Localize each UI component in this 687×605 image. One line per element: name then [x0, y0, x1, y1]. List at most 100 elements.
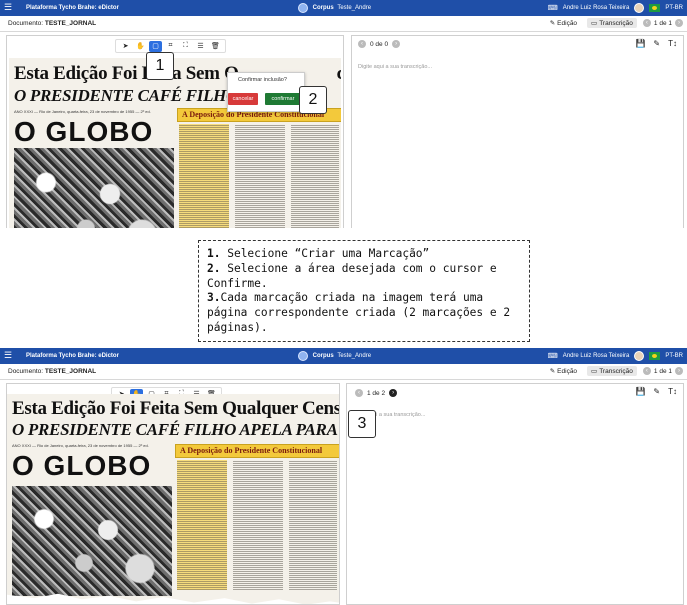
keyboard-icon: ▭	[591, 20, 598, 27]
text-column	[177, 460, 227, 590]
brazil-flag-icon[interactable]	[649, 4, 661, 12]
corpus-selector[interactable]: Corpus Teste_Andre	[298, 351, 371, 361]
document-tools: ✎ Edição ▭ Transcrição ‹ 1 de 1 ›	[546, 18, 683, 28]
edit-icon[interactable]: ✎	[653, 39, 660, 48]
text-format-icon[interactable]: T↕	[668, 387, 677, 396]
menu-icon[interactable]: ☰	[4, 350, 12, 361]
brazil-flag-icon[interactable]	[649, 352, 661, 360]
edit-icon[interactable]: ✎	[653, 387, 660, 396]
transcription-label: Transcrição	[599, 19, 633, 27]
document-label: Documento:	[8, 20, 44, 27]
pointer-icon[interactable]: ➤	[119, 41, 132, 52]
avatar[interactable]	[634, 3, 645, 13]
menu-icon[interactable]: ☰	[4, 2, 12, 13]
newspaper-image[interactable]: Esta Edição Foi Feita Sem Qualquer Censu…	[7, 394, 340, 604]
corpus-label: Corpus	[312, 5, 334, 11]
instructions-box: 1. Selecione “Criar uma Marcação” 2. Sel…	[198, 240, 530, 342]
user-area: ⌨ Andre Luiz Rosa Teixeira PT-BR	[548, 3, 683, 13]
headline-1-text: Esta Edição Foi Feita Sem Q	[14, 63, 239, 84]
edit-button[interactable]: ✎ Edição	[546, 18, 581, 28]
edit-button[interactable]: ✎ Edição	[546, 366, 581, 376]
language-label[interactable]: PT-BR	[665, 5, 683, 11]
transcription-nav: ‹ 1 de 2 ›	[355, 389, 398, 397]
cancel-button[interactable]: cancelar	[228, 93, 258, 105]
document-bar: Documento: TESTE_JORNAL ✎ Edição ▭ Transcr…	[0, 364, 687, 380]
instruction-text: Cada marcação criada na imagem terá uma …	[207, 291, 511, 334]
edit-icon: ✎	[549, 20, 556, 27]
avatar[interactable]	[634, 351, 645, 361]
transcription-button[interactable]: ▭ Transcrição	[587, 366, 637, 376]
hand-icon[interactable]: ✋	[134, 41, 147, 52]
transcription-button[interactable]: ▭ Transcrição	[587, 18, 637, 28]
trash-icon[interactable]: 🗑	[209, 41, 222, 52]
confirm-question: Confirmar inclusão?	[238, 77, 287, 83]
corpus-label: Corpus	[312, 353, 334, 359]
image-pane: ➤ ✋ ▢ ⌗ ⛶ ☰ 🗑 Esta Edição Foi Feita Sem …	[6, 383, 340, 605]
save-icon[interactable]: 💾	[635, 39, 645, 48]
keyboard-icon[interactable]: ⌨	[548, 4, 558, 12]
instruction-3: 3.Cada marcação criada na imagem terá um…	[207, 291, 521, 335]
masthead: O GLOBO	[14, 116, 154, 147]
transcription-placeholder[interactable]: Digite aqui a sua transcrição...	[358, 64, 432, 70]
prev-page-icon[interactable]: ‹	[642, 367, 651, 375]
page-indicator: 1 de 1	[653, 367, 672, 375]
next-page-icon[interactable]: ›	[675, 19, 683, 27]
user-name[interactable]: Andre Luiz Rosa Teixeira	[563, 353, 630, 359]
edit-label: Edição	[557, 367, 578, 375]
document-bar: Documento: TESTE_JORNAL ✎ Edição ▭ Transcr…	[0, 16, 687, 32]
transcription-tools: 💾 ✎ T↕	[635, 39, 677, 48]
next-mark-icon[interactable]: ›	[392, 40, 401, 48]
create-marking-icon[interactable]: ▢	[149, 40, 162, 52]
text-column	[291, 124, 339, 228]
masthead: O GLOBO	[12, 450, 152, 481]
page-nav: ‹ 1 de 1 ›	[642, 19, 683, 27]
next-mark-icon[interactable]: ›	[389, 389, 398, 397]
mark-count: 0 de 0	[370, 40, 389, 48]
transcription-label: Transcrição	[599, 367, 633, 375]
next-page-icon[interactable]: ›	[675, 367, 683, 375]
instruction-text: Selecione “Criar uma Marcação”	[220, 247, 430, 260]
headline-1-end: censura	[337, 63, 341, 84]
confirm-popup: Confirmar inclusão? cancelar confirmar	[227, 72, 305, 112]
corpus-selector[interactable]: Corpus Teste_Andre	[298, 3, 371, 13]
transcription-tools: 💾 ✎ T↕	[635, 387, 677, 396]
headline-2: O PRESIDENTE CAFÉ FILHO APELA PARA O SUP…	[12, 420, 339, 439]
bottom-screenshot: ☰ Plataforma Tycho Brahe: eDictor Corpus…	[0, 348, 687, 605]
callout-2: 2	[299, 86, 327, 114]
edit-label: Edição	[557, 19, 578, 27]
prev-page-icon[interactable]: ‹	[642, 19, 651, 27]
user-name[interactable]: Andre Luiz Rosa Teixeira	[563, 5, 630, 11]
inset-title: A Deposição do Presidente Constitucional	[175, 444, 339, 458]
globe-icon	[298, 351, 308, 361]
document-label: Documento:	[8, 368, 44, 375]
globe-icon	[298, 3, 308, 13]
keyboard-icon: ▭	[591, 368, 598, 375]
text-column	[289, 460, 337, 590]
keyboard-icon[interactable]: ⌨	[548, 352, 558, 360]
page-indicator: 1 de 1	[653, 19, 672, 27]
text-column	[179, 124, 229, 228]
language-label[interactable]: PT-BR	[665, 353, 683, 359]
top-screenshot: ☰ Plataforma Tycho Brahe: eDictor Corpus…	[0, 0, 687, 228]
list-icon[interactable]: ☰	[194, 41, 207, 52]
save-icon[interactable]: 💾	[635, 387, 645, 396]
fullscreen-icon[interactable]: ⛶	[179, 41, 192, 52]
text-column	[233, 460, 283, 590]
prev-mark-icon[interactable]: ‹	[358, 40, 366, 48]
prev-mark-icon[interactable]: ‹	[355, 389, 363, 397]
document-tools: ✎ Edição ▭ Transcrição ‹ 1 de 1 ›	[546, 366, 683, 376]
text-format-icon[interactable]: T↕	[668, 39, 677, 48]
corpus-name: Teste_Andre	[337, 5, 372, 11]
confirm-button[interactable]: confirmar	[265, 93, 301, 105]
corpus-name: Teste_Andre	[337, 353, 372, 359]
headline-1: Esta Edição Foi Feita Sem Qualquer Censu…	[12, 398, 340, 419]
document-name: Documento: TESTE_JORNAL	[8, 368, 96, 375]
date-strip: ANO XXXI — Rio de Janeiro, quarta-feira,…	[14, 109, 151, 114]
mark-count: 1 de 2	[367, 389, 386, 397]
crop-icon[interactable]: ⌗	[164, 41, 177, 52]
text-column	[235, 124, 285, 228]
date-strip: ANO XXXI — Rio de Janeiro, quarta-feira,…	[12, 443, 149, 448]
app-bar: ☰ Plataforma Tycho Brahe: eDictor Corpus…	[0, 0, 687, 16]
edit-icon: ✎	[549, 368, 556, 375]
instruction-1: 1. Selecione “Criar uma Marcação”	[207, 247, 521, 262]
